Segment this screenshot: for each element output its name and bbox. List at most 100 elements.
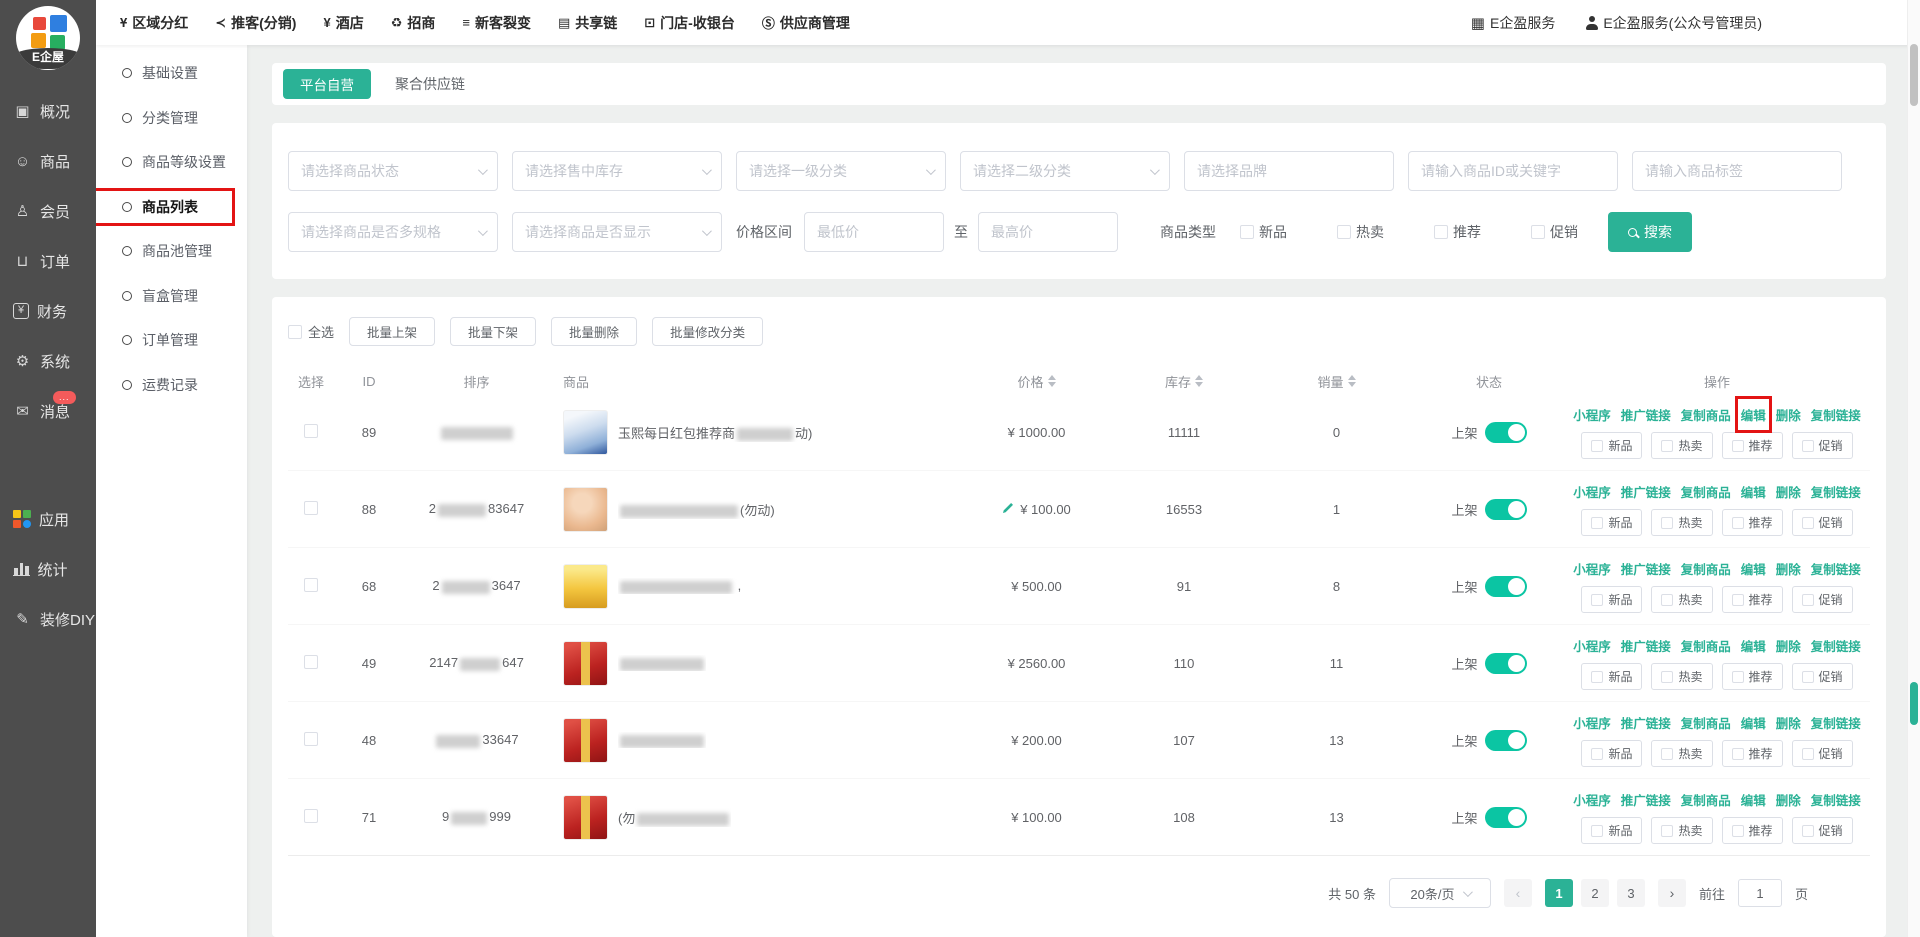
price-min-field[interactable]	[804, 212, 944, 252]
action-link-小程序[interactable]: 小程序	[1573, 559, 1611, 578]
row-checkbox[interactable]	[304, 424, 318, 438]
product-thumbnail[interactable]	[563, 718, 608, 763]
filter-input[interactable]	[1632, 151, 1842, 191]
batch-button[interactable]: 批量下架	[450, 317, 536, 346]
sidebar-item-apps[interactable]: 应用	[0, 494, 96, 544]
action-link-推广链接[interactable]: 推广链接	[1621, 482, 1671, 501]
action-link-推广链接[interactable]: 推广链接	[1621, 559, 1671, 578]
app-logo[interactable]: E企屋	[16, 6, 80, 70]
checkbox-icon[interactable]	[1591, 671, 1603, 683]
page-number-1[interactable]: 1	[1545, 879, 1573, 907]
sort-icon[interactable]	[1048, 375, 1056, 388]
action-link-编辑[interactable]: 编辑	[1741, 636, 1766, 655]
product-thumbnail[interactable]	[563, 641, 608, 686]
checkbox-icon[interactable]	[1802, 440, 1814, 452]
tag-checkbox-推荐[interactable]: 推荐	[1722, 817, 1783, 844]
action-link-复制商品[interactable]: 复制商品	[1681, 559, 1731, 578]
checkbox-icon[interactable]	[1661, 440, 1673, 452]
product-type-checkbox-新品[interactable]: 新品	[1240, 222, 1287, 242]
product-thumbnail[interactable]	[563, 410, 608, 455]
sidebar-item-stats[interactable]: 统计	[0, 544, 96, 594]
tag-checkbox-推荐[interactable]: 推荐	[1722, 740, 1783, 767]
action-link-复制链接[interactable]: 复制链接	[1811, 559, 1861, 578]
action-link-小程序[interactable]: 小程序	[1573, 405, 1611, 424]
tab-platform-self[interactable]: 平台自营	[283, 69, 371, 99]
status-toggle[interactable]	[1485, 653, 1527, 674]
checkbox-icon[interactable]	[1802, 594, 1814, 606]
tag-checkbox-新品[interactable]: 新品	[1581, 663, 1642, 690]
submenu-item[interactable]: 分类管理	[96, 96, 247, 141]
tag-checkbox-推荐[interactable]: 推荐	[1722, 586, 1783, 613]
checkbox-icon[interactable]	[1802, 671, 1814, 683]
column-header[interactable]: 销量	[1259, 372, 1414, 391]
topnav-item[interactable]: ≡新客裂变	[462, 13, 531, 33]
tag-checkbox-促销[interactable]: 促销	[1792, 663, 1853, 690]
column-header[interactable]: 价格	[964, 372, 1109, 391]
tag-checkbox-促销[interactable]: 促销	[1792, 817, 1853, 844]
next-page-button[interactable]: ›	[1658, 879, 1686, 907]
action-link-推广链接[interactable]: 推广链接	[1621, 405, 1671, 424]
action-link-删除[interactable]: 删除	[1776, 713, 1801, 732]
checkbox-icon[interactable]	[1661, 671, 1673, 683]
tag-checkbox-热卖[interactable]: 热卖	[1651, 586, 1712, 613]
edit-price-icon[interactable]	[1002, 501, 1015, 517]
batch-button[interactable]: 批量上架	[349, 317, 435, 346]
product-thumbnail[interactable]	[563, 487, 608, 532]
tag-checkbox-促销[interactable]: 促销	[1792, 586, 1853, 613]
tag-checkbox-促销[interactable]: 促销	[1792, 509, 1853, 536]
sort-icon[interactable]	[1195, 375, 1203, 388]
tag-checkbox-新品[interactable]: 新品	[1581, 817, 1642, 844]
status-toggle[interactable]	[1485, 499, 1527, 520]
action-link-删除[interactable]: 删除	[1776, 559, 1801, 578]
topnav-item[interactable]: ♻招商	[391, 13, 436, 33]
checkbox-icon[interactable]	[1802, 517, 1814, 529]
checkbox-icon[interactable]	[1591, 748, 1603, 760]
batch-button[interactable]: 批量修改分类	[652, 317, 763, 346]
status-toggle[interactable]	[1485, 422, 1527, 443]
submenu-item[interactable]: 基础设置	[96, 51, 247, 96]
checkbox-icon[interactable]	[1240, 225, 1254, 239]
action-link-编辑[interactable]: 编辑	[1741, 559, 1766, 578]
action-link-删除[interactable]: 删除	[1776, 405, 1801, 424]
topnav-item[interactable]: Ⓢ供应商管理	[762, 13, 850, 33]
action-link-复制链接[interactable]: 复制链接	[1811, 636, 1861, 655]
submenu-item[interactable]: 运费记录	[96, 363, 247, 408]
action-link-复制链接[interactable]: 复制链接	[1811, 482, 1861, 501]
action-link-小程序[interactable]: 小程序	[1573, 713, 1611, 732]
checkbox-icon[interactable]	[1591, 517, 1603, 529]
action-link-复制商品[interactable]: 复制商品	[1681, 713, 1731, 732]
filter-select[interactable]: 请选择商品是否显示	[512, 212, 722, 252]
page-size-select[interactable]: 20条/页	[1389, 878, 1491, 908]
sidebar-item-diy[interactable]: ✎装修DIY	[0, 594, 96, 644]
goto-page-input[interactable]	[1738, 879, 1782, 907]
sidebar-item-overview[interactable]: ▣概况	[0, 86, 96, 136]
topnav-item[interactable]: ▤共享链	[558, 13, 617, 33]
sidebar-item-finance[interactable]: ¥财务	[0, 286, 96, 336]
action-link-小程序[interactable]: 小程序	[1573, 636, 1611, 655]
tag-checkbox-热卖[interactable]: 热卖	[1651, 509, 1712, 536]
submenu-item[interactable]: 订单管理	[96, 318, 247, 363]
topnav-item[interactable]: Ұ区域分红	[120, 13, 188, 33]
product-thumbnail[interactable]	[563, 564, 608, 609]
action-link-复制链接[interactable]: 复制链接	[1811, 713, 1861, 732]
row-checkbox[interactable]	[304, 578, 318, 592]
tag-checkbox-推荐[interactable]: 推荐	[1722, 509, 1783, 536]
action-link-小程序[interactable]: 小程序	[1573, 482, 1611, 501]
price-max-input[interactable]	[991, 224, 1105, 240]
filter-select[interactable]: 请选择商品是否多规格	[288, 212, 498, 252]
topnav-account-item[interactable]: ▦E企盈服务	[1471, 13, 1556, 33]
checkbox-icon[interactable]	[1732, 671, 1744, 683]
sidebar-item-members[interactable]: ♙会员	[0, 186, 96, 236]
action-link-编辑[interactable]: 编辑	[1741, 482, 1766, 501]
tag-checkbox-促销[interactable]: 促销	[1792, 432, 1853, 459]
action-link-复制商品[interactable]: 复制商品	[1681, 482, 1731, 501]
topnav-account-item[interactable]: E企盈服务(公众号管理员)	[1585, 13, 1762, 33]
product-type-checkbox-推荐[interactable]: 推荐	[1434, 222, 1481, 242]
row-checkbox[interactable]	[304, 809, 318, 823]
sidebar-item-system[interactable]: ⚙系统	[0, 336, 96, 386]
action-link-复制链接[interactable]: 复制链接	[1811, 405, 1861, 424]
action-link-复制商品[interactable]: 复制商品	[1681, 636, 1731, 655]
tab-aggregated-supply[interactable]: 聚合供应链	[395, 74, 465, 94]
checkbox-icon[interactable]	[1661, 517, 1673, 529]
row-checkbox[interactable]	[304, 732, 318, 746]
